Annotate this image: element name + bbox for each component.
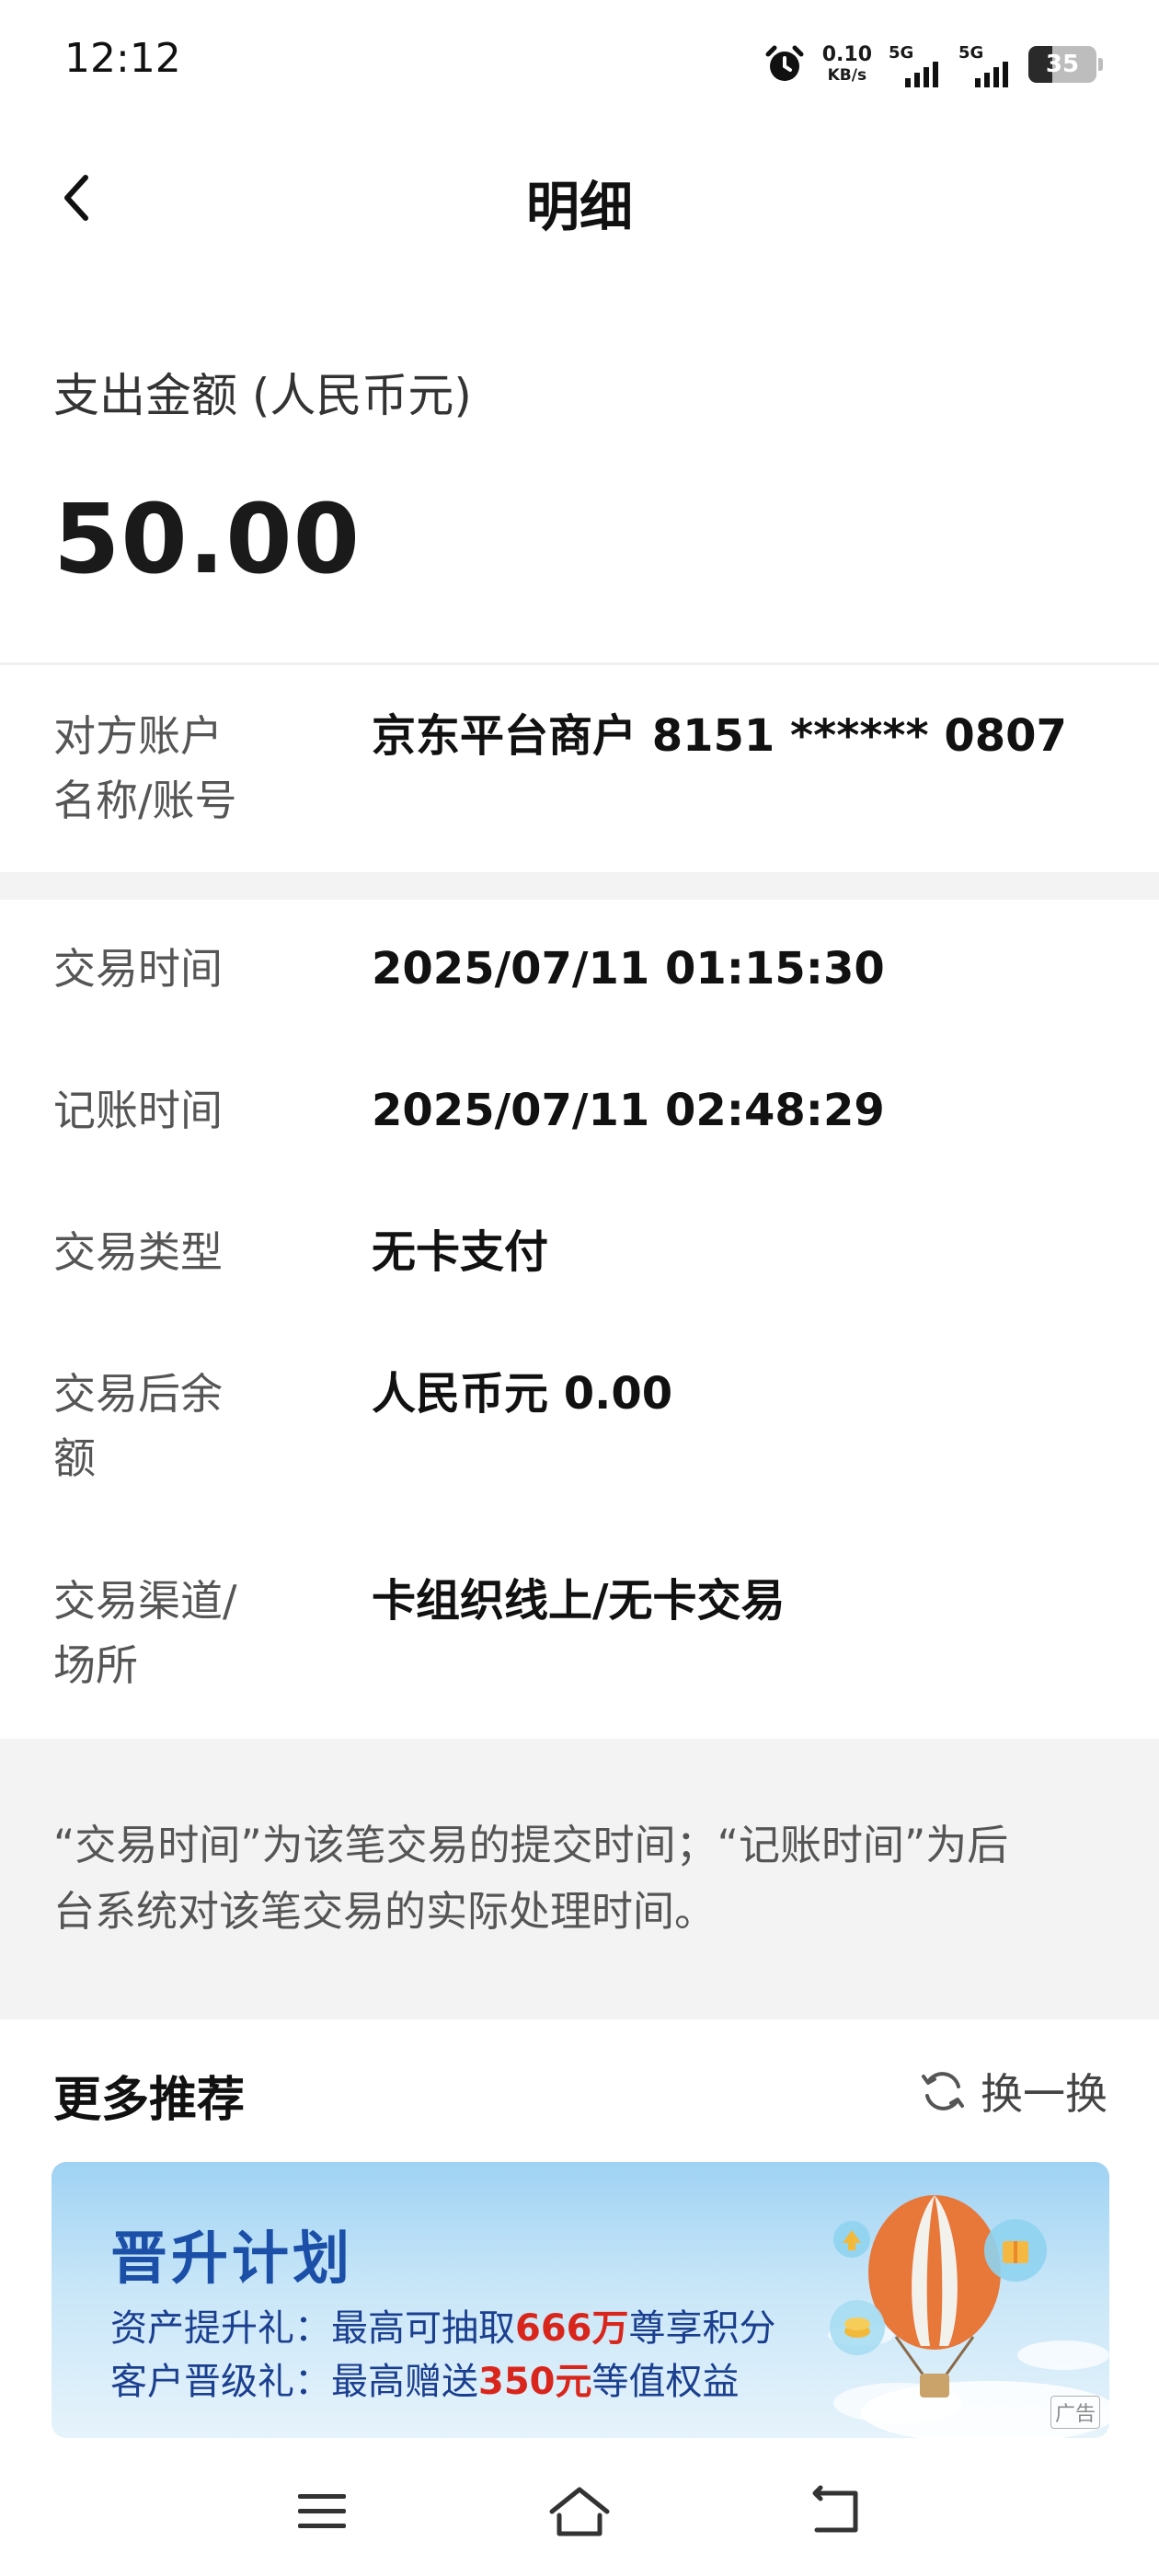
page-title: 明细 (525, 176, 633, 238)
battery-icon: 35 (1028, 46, 1103, 83)
counterparty-label-line1: 对方账户 (53, 711, 223, 761)
net-speed: 0.10 KB/s (822, 45, 872, 84)
note-line: 台系统对该笔交易的实际处理时间。 (53, 1887, 717, 1936)
balance-label-line2: 额 (53, 1433, 96, 1483)
status-icons: 0.10 KB/s 5G 5G 35 (763, 37, 1103, 92)
banner-line2-suffix: 等值权益 (591, 2361, 740, 2403)
note-line: “交易时间”为该笔交易的提交时间；“记账时间”为后 (53, 1821, 1009, 1869)
back-icon (812, 2485, 858, 2533)
banner-line2-prefix: 客户晋级礼：最高赠送 (110, 2361, 478, 2403)
banner-line2: 客户晋级礼：最高赠送350元等值权益 (110, 2352, 740, 2405)
net-speed-unit: KB/s (827, 66, 867, 85)
balance-label-line1: 交易后余 (53, 1369, 223, 1419)
battery-nub (1098, 58, 1103, 71)
amount-label: 支出金额 (人民币元) (53, 369, 472, 422)
signal-icon: 5G (889, 41, 942, 87)
amount-value: 50.00 (53, 483, 361, 595)
banner-line2-highlight: 350元 (478, 2361, 592, 2403)
counterparty-value: 京东平台商户 8151 ****** 0807 (372, 710, 1067, 762)
post-time-label: 记账时间 (53, 1086, 223, 1135)
banner-line1-highlight: 666万 (515, 2307, 629, 2350)
txn-time-label: 交易时间 (53, 944, 223, 994)
battery-level: 35 (1045, 51, 1080, 78)
section-gap (0, 872, 1159, 900)
channel-label-line1: 交易渠道/ (53, 1576, 237, 1626)
status-time: 12:12 (64, 35, 181, 82)
banner-line1-prefix: 资产提升礼：最高可抽取 (110, 2307, 515, 2350)
home-button[interactable] (538, 2479, 621, 2544)
channel-value: 卡组织线上/无卡交易 (372, 1575, 786, 1627)
status-bar: 12:12 0.10 KB/s 5G 5G 35 (0, 0, 1159, 129)
signal-icon: 5G (958, 41, 1012, 87)
balance-value: 人民币元 0.00 (372, 1368, 673, 1420)
divider (0, 662, 1159, 665)
txn-time-value: 2025/07/11 01:15:30 (372, 943, 885, 995)
channel-label-line2: 场所 (53, 1640, 138, 1690)
ad-tag: 广告 (1050, 2396, 1100, 2429)
system-navbar (0, 2443, 1159, 2576)
banner-title: 晋升计划 (110, 2225, 354, 2292)
txn-type-label: 交易类型 (53, 1227, 223, 1277)
refresh-label: 换一换 (981, 2069, 1107, 2119)
menu-button[interactable] (281, 2479, 363, 2544)
banner-line1-suffix: 尊享积分 (628, 2307, 776, 2350)
post-time-value: 2025/07/11 02:48:29 (372, 1085, 885, 1136)
menu-icon (298, 2494, 346, 2528)
counterparty-label-line2: 名称/账号 (53, 776, 237, 825)
note-text: “交易时间”为该笔交易的提交时间；“记账时间”为后 台系统对该笔交易的实际处理时… (53, 1812, 1095, 1945)
recommend-title: 更多推荐 (53, 2073, 246, 2128)
promo-banner[interactable]: 晋升计划 资产提升礼：最高可抽取666万尊享积分 客户晋级礼：最高赠送350元等… (52, 2162, 1109, 2438)
home-icon (549, 2487, 610, 2536)
txn-type-value: 无卡支付 (372, 1226, 549, 1278)
note-section: “交易时间”为该笔交易的提交时间；“记账时间”为后 台系统对该笔交易的实际处理时… (0, 1739, 1159, 2019)
net-speed-value: 0.10 (821, 43, 872, 66)
banner-line1: 资产提升礼：最高可抽取666万尊享积分 (110, 2298, 776, 2352)
header: 明细 (0, 138, 1159, 258)
refresh-button[interactable]: 换一换 (918, 2061, 1107, 2122)
alarm-icon (763, 43, 806, 86)
refresh-icon (922, 2072, 964, 2110)
balloon-icon (868, 2195, 1001, 2398)
system-back-button[interactable] (796, 2479, 878, 2544)
